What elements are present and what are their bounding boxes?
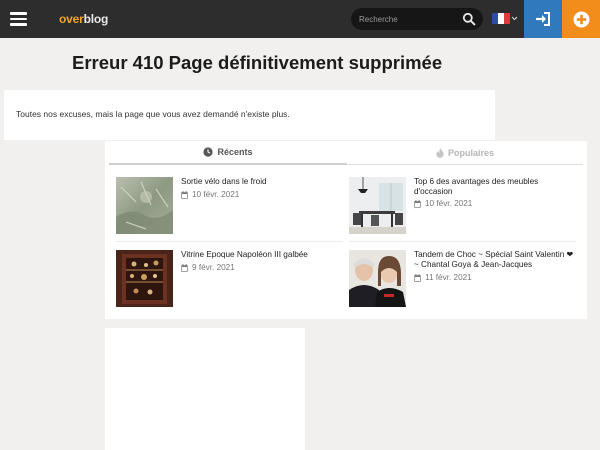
article-title[interactable]: Sortie vélo dans le froid <box>181 177 341 187</box>
menu-button[interactable] <box>0 0 36 38</box>
article-date-text: 11 févr. 2021 <box>425 273 472 282</box>
sidebar-widget <box>105 328 305 450</box>
tab-populaires-label: Populaires <box>447 147 494 158</box>
article-title[interactable]: Tandem de Choc ~ Spécial Saint Valentin … <box>414 250 574 270</box>
chevron-down-icon[interactable] <box>511 15 518 22</box>
article-title[interactable]: Vitrine Epoque Napoléon III galbée <box>181 250 341 260</box>
search-input[interactable] <box>359 11 459 27</box>
hamburger-icon-line <box>9 17 27 21</box>
tab-recents-label: Récents <box>217 147 253 157</box>
article-date: 10 févr. 2021 <box>414 199 472 208</box>
divider <box>349 241 576 242</box>
calendar-icon <box>414 199 421 208</box>
overblog-logo[interactable]: overblog <box>59 12 108 26</box>
divider <box>116 241 343 242</box>
sign-in-icon <box>536 12 550 26</box>
clock-icon <box>203 147 214 157</box>
article-date: 9 févr. 2021 <box>181 263 235 272</box>
calendar-icon <box>181 263 188 272</box>
hamburger-icon-line <box>9 12 27 15</box>
article-date-text: 10 févr. 2021 <box>425 199 473 208</box>
calendar-icon <box>181 190 188 199</box>
article-thumbnail[interactable] <box>116 250 173 307</box>
article-thumbnail[interactable] <box>349 250 406 307</box>
article-date-text: 9 févr. 2021 <box>192 263 235 272</box>
search-bar <box>351 8 483 30</box>
create-blog-button[interactable] <box>562 0 600 38</box>
hamburger-icon-line <box>9 23 27 26</box>
calendar-icon <box>414 273 421 282</box>
logo-over-text: over <box>59 12 84 26</box>
tab-populaires[interactable]: Populaires <box>347 141 583 165</box>
language-flag-icon[interactable] <box>492 13 510 24</box>
article-thumbnail[interactable] <box>349 177 406 234</box>
login-button[interactable] <box>524 0 562 38</box>
article-thumbnail[interactable] <box>116 177 173 234</box>
article-date-text: 10 févr. 2021 <box>192 190 240 199</box>
articles-widget: Récents Populaires Sortie vélo dans le f… <box>105 141 587 319</box>
tab-recents[interactable]: Récents <box>109 141 347 165</box>
error-message-box: Toutes nos excuses, mais la page que vou… <box>4 90 495 140</box>
flame-icon <box>436 147 444 158</box>
article-card[interactable]: Sortie vélo dans le froid 10 févr. 2021 <box>116 177 342 234</box>
article-card[interactable]: Vitrine Epoque Napoléon III galbée 9 fév… <box>116 250 342 307</box>
article-card[interactable]: Top 6 des avantages des meubles d'occasi… <box>349 177 575 234</box>
article-card[interactable]: Tandem de Choc ~ Spécial Saint Valentin … <box>349 250 575 307</box>
error-message-text: Toutes nos excuses, mais la page que vou… <box>16 109 290 119</box>
top-bar: overblog <box>0 0 600 38</box>
search-icon[interactable] <box>462 12 476 26</box>
plus-circle-icon <box>573 11 589 27</box>
article-title[interactable]: Top 6 des avantages des meubles d'occasi… <box>414 177 574 197</box>
article-date: 10 févr. 2021 <box>181 190 239 199</box>
article-date: 11 févr. 2021 <box>414 273 472 282</box>
page-title: Erreur 410 Page définitivement supprimée <box>72 52 443 73</box>
logo-blog-text: blog <box>83 12 109 26</box>
